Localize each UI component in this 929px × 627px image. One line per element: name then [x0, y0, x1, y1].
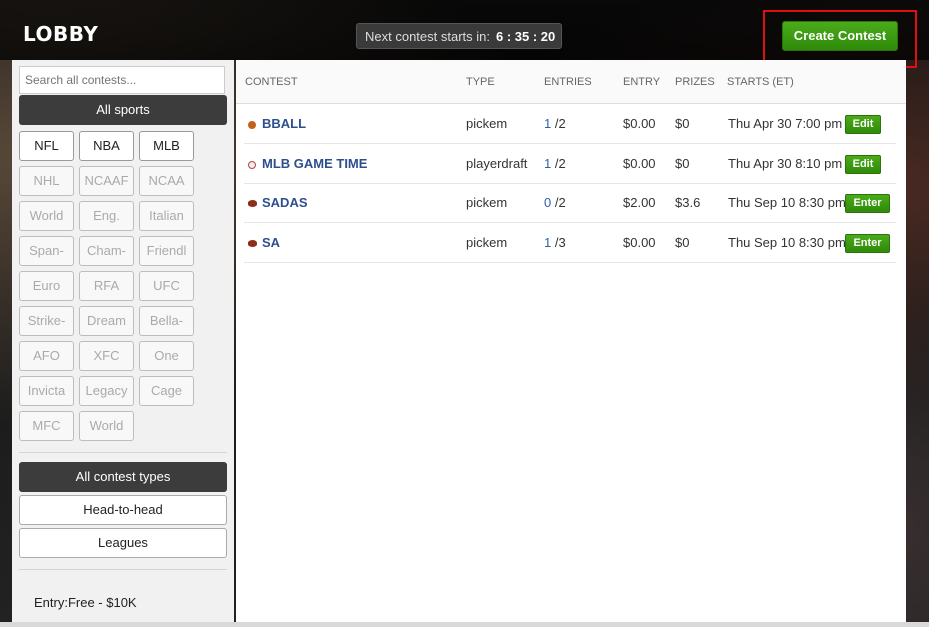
- sport-filter-invicta[interactable]: Invicta: [19, 376, 74, 406]
- entries-count-link[interactable]: 0: [544, 195, 551, 210]
- sidebar: All sports NFLNBAMLBNHLNCAAFNCAAWorldEng…: [12, 60, 234, 622]
- enter-contest-button[interactable]: Enter: [845, 233, 890, 253]
- edit-contest-button[interactable]: Edit: [845, 115, 881, 134]
- sport-filter-ufc[interactable]: UFC: [139, 271, 194, 301]
- contest-name-link[interactable]: SA: [262, 235, 280, 250]
- sport-filter-ncaa[interactable]: NCAA: [139, 166, 194, 196]
- next-contest-timer: Next contest starts in: 6 : 35 : 20: [356, 23, 562, 49]
- contest-type: pickem: [466, 234, 508, 250]
- basketball-icon: [248, 121, 256, 129]
- sport-filter-nba[interactable]: NBA: [79, 131, 134, 161]
- sport-filter-xfc[interactable]: XFC: [79, 341, 134, 371]
- contest-type: pickem: [466, 116, 508, 131]
- entry-range-label: Entry:Free - $10K: [34, 595, 137, 610]
- divider: [19, 452, 227, 453]
- start-time: Thu Sep 10 8:30 pm: [728, 234, 846, 250]
- sport-filter-afo[interactable]: AFO: [19, 341, 74, 371]
- sport-filter-rfa[interactable]: RFA: [79, 271, 134, 301]
- head-to-head-button[interactable]: Head-to-head: [19, 495, 227, 525]
- leagues-button[interactable]: Leagues: [19, 528, 227, 558]
- contest-table: CONTEST TYPE ENTRIES ENTRY PRIZES STARTS…: [236, 60, 906, 622]
- column-header-entries[interactable]: ENTRIES: [544, 76, 592, 88]
- sport-filter-cham[interactable]: Cham-: [79, 236, 134, 266]
- contest-name-link[interactable]: SADAS: [262, 195, 308, 210]
- column-header-entry[interactable]: ENTRY: [623, 76, 660, 88]
- sport-filter-cage[interactable]: Cage: [139, 376, 194, 406]
- table-row[interactable]: MLB GAME TIME playerdraft 1 /2 $0.00 $0 Thu A…: [244, 144, 896, 184]
- football-icon: [248, 200, 257, 207]
- sport-filter-eng[interactable]: Eng.: [79, 201, 134, 231]
- start-time: Thu Apr 30 8:10 pm: [728, 155, 843, 171]
- table-row[interactable]: SA pickem 1 /3 $0.00 $0 Thu Sep 10 8:30 pm Ent…: [244, 223, 896, 263]
- sport-filter-world[interactable]: World: [19, 201, 74, 231]
- entries-max: /2: [554, 155, 566, 171]
- sport-filter-world[interactable]: World: [79, 411, 134, 441]
- sport-filter-ncaaf[interactable]: NCAAF: [79, 166, 134, 196]
- sport-filter-italian[interactable]: Italian: [139, 201, 194, 231]
- sport-filter-one[interactable]: One: [139, 341, 194, 371]
- entry-fee: $0.00: [623, 234, 656, 250]
- edit-contest-button[interactable]: Edit: [845, 154, 881, 174]
- sport-filter-legacy[interactable]: Legacy: [79, 376, 134, 406]
- table-row[interactable]: BBALL pickem 1 /2 $0.00 $0 Thu Apr 30 7:00 pm…: [244, 104, 896, 144]
- all-contest-types-button[interactable]: All contest types: [19, 462, 227, 492]
- entry-fee: $2.00: [623, 195, 656, 210]
- entries-max: /2: [554, 195, 566, 210]
- entries-count-link[interactable]: 1: [544, 235, 551, 250]
- table-row[interactable]: SADAS pickem 0 /2 $2.00 $3.6 Thu Sep 10 8:30 …: [244, 183, 896, 223]
- all-sports-button[interactable]: All sports: [19, 95, 227, 125]
- football-icon: [248, 239, 257, 247]
- entry-fee: $0.00: [623, 155, 656, 171]
- timer-label: Next contest starts in:: [365, 29, 490, 44]
- sport-filter-span[interactable]: Span-: [19, 236, 74, 266]
- contest-type: playerdraft: [466, 155, 528, 171]
- prize-amount: $0: [675, 234, 690, 250]
- timer-value: 6 : 35 : 20: [496, 29, 556, 44]
- search-input[interactable]: [19, 66, 225, 94]
- column-header-prizes[interactable]: PRIZES: [675, 76, 715, 88]
- prize-amount: $0: [675, 116, 690, 131]
- contest-type: pickem: [466, 195, 508, 210]
- entries-count-link[interactable]: 1: [544, 116, 551, 131]
- contest-name-link[interactable]: BBALL: [262, 116, 306, 131]
- contest-entries: 1 /2: [544, 116, 566, 131]
- start-time: Thu Sep 10 8:30 pm: [728, 195, 846, 210]
- baseball-icon: [248, 160, 256, 169]
- contest-name-link[interactable]: MLB GAME TIME: [262, 156, 367, 171]
- prize-amount: $3.6: [675, 195, 701, 210]
- sport-filter-euro[interactable]: Euro: [19, 271, 74, 301]
- contest-entries: 1 /3: [544, 235, 566, 250]
- entry-fee: $0.00: [623, 116, 656, 131]
- sport-filter-dream[interactable]: Dream: [79, 306, 134, 336]
- sport-filter-friendl[interactable]: Friendl: [139, 236, 194, 266]
- entries-max: /2: [554, 116, 566, 131]
- entries-max: /3: [554, 234, 566, 250]
- create-contest-button[interactable]: Create Contest: [782, 21, 898, 51]
- start-time: Thu Apr 30 7:00 pm: [728, 116, 843, 131]
- sport-filter-nfl[interactable]: NFL: [19, 131, 74, 161]
- sport-filter-mlb[interactable]: MLB: [139, 131, 194, 161]
- divider: [19, 569, 227, 570]
- contest-entries: 1 /2: [544, 156, 566, 171]
- column-header-contest[interactable]: CONTEST: [245, 76, 298, 88]
- bottom-strip: [0, 622, 929, 627]
- column-header-type[interactable]: TYPE: [466, 76, 495, 88]
- top-bar: LOBBY Next contest starts in: 6 : 35 : 20…: [0, 0, 929, 60]
- sport-filter-nhl[interactable]: NHL: [19, 166, 74, 196]
- sport-filter-bella[interactable]: Bella-: [139, 306, 194, 336]
- prize-amount: $0: [675, 155, 690, 171]
- sport-filter-mfc[interactable]: MFC: [19, 411, 74, 441]
- entries-count-link[interactable]: 1: [544, 156, 551, 171]
- enter-contest-button[interactable]: Enter: [845, 194, 890, 213]
- contest-entries: 0 /2: [544, 195, 566, 210]
- table-header: CONTEST TYPE ENTRIES ENTRY PRIZES STARTS…: [236, 60, 906, 104]
- column-header-starts[interactable]: STARTS (ET): [727, 76, 794, 88]
- sport-filter-strike[interactable]: Strike-: [19, 306, 74, 336]
- page-title: LOBBY: [23, 22, 99, 46]
